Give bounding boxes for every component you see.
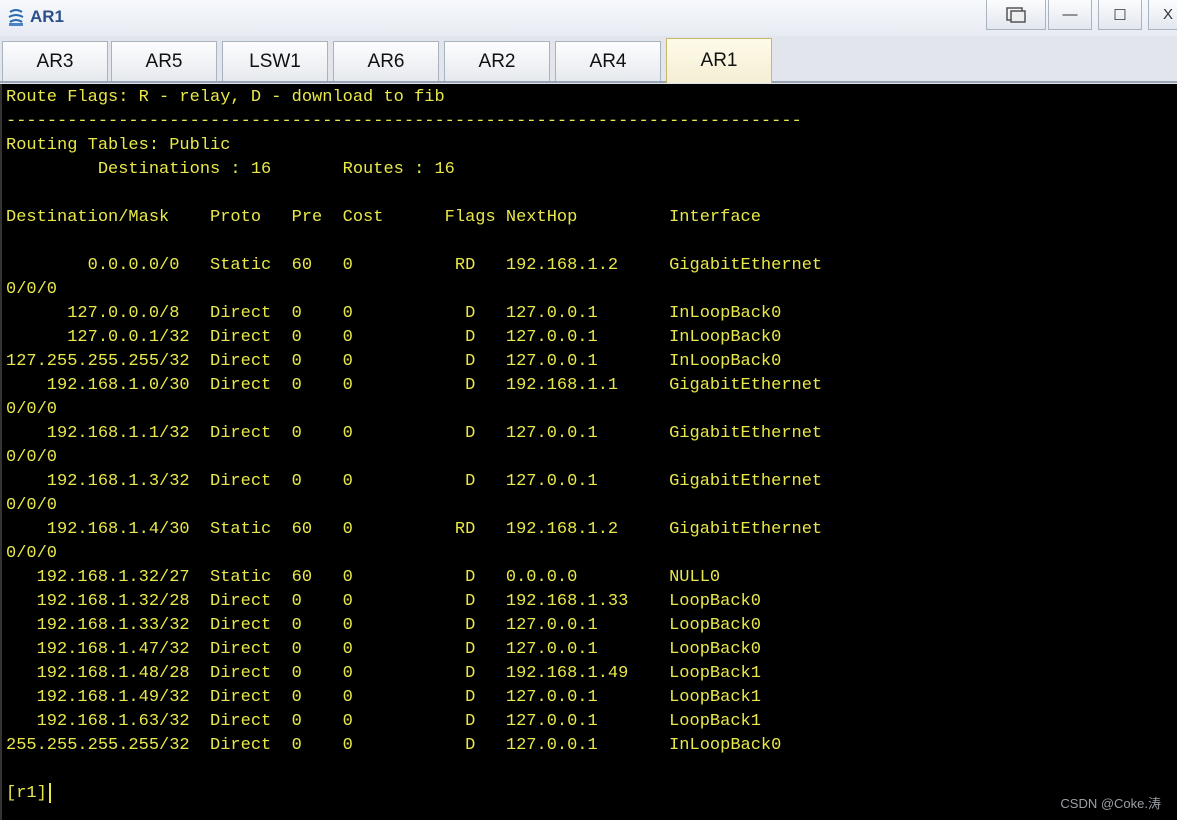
terminal-line: 0/0/0 xyxy=(6,280,58,299)
app-icon xyxy=(8,9,24,26)
window-title: AR1 xyxy=(30,7,65,26)
watermark: CSDN @Coke.涛 xyxy=(1060,796,1161,811)
terminal-line: 192.168.1.4/30 Static 60 0 RD 192.168.1.… xyxy=(6,520,823,539)
terminal-line: ----------------------------------------… xyxy=(6,112,802,131)
maximize-button[interactable]: ☐ xyxy=(1098,0,1142,30)
terminal-line: 255.255.255.255/32 Direct 0 0 D 127.0.0.… xyxy=(6,736,782,755)
tab-ar1[interactable]: AR1 xyxy=(666,38,772,83)
terminal-prompt-line[interactable]: [r1] xyxy=(6,782,51,806)
tab-label: AR6 xyxy=(367,50,405,72)
tab-ar2[interactable]: AR2 xyxy=(444,41,550,81)
terminal-line: 192.168.1.47/32 Direct 0 0 D 127.0.0.1 L… xyxy=(6,640,761,659)
terminal-line: 0/0/0 xyxy=(6,544,58,563)
title-bar: AR1 — ☐ X xyxy=(0,0,1177,37)
minimize-icon: — xyxy=(1062,6,1078,23)
terminal-line: Route Flags: R - relay, D - download to … xyxy=(6,88,445,107)
tab-label: AR3 xyxy=(36,50,74,72)
terminal-line: 192.168.1.63/32 Direct 0 0 D 127.0.0.1 L… xyxy=(6,712,761,731)
maximize-icon: ☐ xyxy=(1113,6,1127,24)
close-button[interactable]: X xyxy=(1148,0,1177,30)
terminal-line: Destinations : 16 Routes : 16 xyxy=(6,160,455,179)
terminal-line: 192.168.1.3/32 Direct 0 0 D 127.0.0.1 Gi… xyxy=(6,472,823,491)
terminal-line: 192.168.1.32/27 Static 60 0 D 0.0.0.0 NU… xyxy=(6,568,721,587)
terminal-line: 192.168.1.32/28 Direct 0 0 D 192.168.1.3… xyxy=(6,592,761,611)
tab-label: AR5 xyxy=(145,50,183,72)
tab-lsw1[interactable]: LSW1 xyxy=(222,41,328,81)
tab-label: AR2 xyxy=(478,50,516,72)
terminal-line: 0.0.0.0/0 Static 60 0 RD 192.168.1.2 Gig… xyxy=(6,256,823,275)
tab-ar4[interactable]: AR4 xyxy=(555,41,661,81)
tab-ar6[interactable]: AR6 xyxy=(333,41,439,81)
tab-ar5[interactable]: AR5 xyxy=(111,41,217,81)
terminal-line: 127.0.0.0/8 Direct 0 0 D 127.0.0.1 InLoo… xyxy=(6,304,782,323)
tab-label: AR4 xyxy=(589,50,627,72)
close-icon: X xyxy=(1163,6,1174,23)
device-tab-strip: AR3 AR5 LSW1 AR6 AR2 AR4 AR1 xyxy=(0,36,1177,83)
terminal-line: Destination/Mask Proto Pre Cost Flags Ne… xyxy=(6,208,761,227)
tab-ar3[interactable]: AR3 xyxy=(2,41,108,81)
terminal-line: 192.168.1.33/32 Direct 0 0 D 127.0.0.1 L… xyxy=(6,616,761,635)
terminal-line: 192.168.1.48/28 Direct 0 0 D 192.168.1.4… xyxy=(6,664,761,683)
terminal-line: 127.255.255.255/32 Direct 0 0 D 127.0.0.… xyxy=(6,352,782,371)
text-cursor xyxy=(48,782,51,803)
terminal-line: 192.168.1.1/32 Direct 0 0 D 127.0.0.1 Gi… xyxy=(6,424,823,443)
minimize-button[interactable]: — xyxy=(1048,0,1092,30)
command-prompt: [r1] xyxy=(6,784,47,803)
terminal-line: Routing Tables: Public xyxy=(6,136,231,155)
terminal-line: 127.0.0.1/32 Direct 0 0 D 127.0.0.1 InLo… xyxy=(6,328,782,347)
terminal-line: 192.168.1.0/30 Direct 0 0 D 192.168.1.1 … xyxy=(6,376,823,395)
terminal-line: 192.168.1.49/32 Direct 0 0 D 127.0.0.1 L… xyxy=(6,688,761,707)
terminal-console[interactable]: Route Flags: R - relay, D - download to … xyxy=(0,84,1177,820)
tab-label: LSW1 xyxy=(249,50,301,72)
terminal-line: 0/0/0 xyxy=(6,448,58,467)
restore-icon xyxy=(1006,6,1026,23)
terminal-line: 0/0/0 xyxy=(6,400,58,419)
terminal-line: 0/0/0 xyxy=(6,496,58,515)
restore-button[interactable] xyxy=(986,0,1046,30)
tab-label: AR1 xyxy=(700,50,738,71)
